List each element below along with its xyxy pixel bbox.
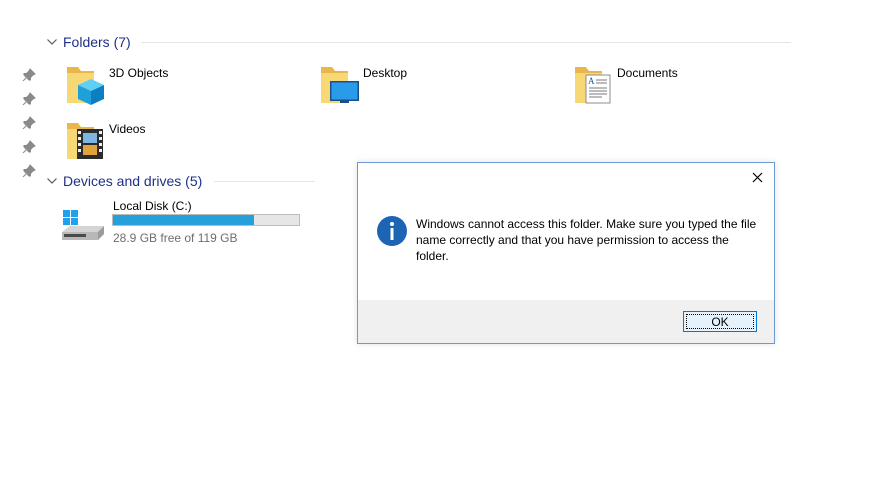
local-disk-icon — [60, 206, 108, 246]
header-divider — [141, 42, 791, 43]
ok-button[interactable]: OK — [683, 311, 757, 332]
folder-3d-objects[interactable]: 3D Objects — [64, 63, 168, 109]
folder-label: 3D Objects — [109, 66, 169, 80]
drive-name: Local Disk (C:) — [113, 199, 192, 213]
drive-free-space: 28.9 GB free of 119 GB — [113, 231, 238, 245]
drive-usage-bar — [112, 214, 300, 226]
header-divider — [214, 181, 315, 182]
drive-local-disk-c[interactable]: Local Disk (C:) 28.9 GB free of 119 GB — [60, 198, 310, 246]
pin-icon[interactable] — [22, 68, 36, 82]
focus-rectangle — [686, 314, 754, 329]
pin-icon[interactable] — [22, 140, 36, 154]
documents-folder-icon: A — [572, 63, 614, 107]
file-explorer-page: Folders (7) 3D Objects Desktop A Documen… — [0, 0, 874, 488]
pin-icon[interactable] — [22, 92, 36, 106]
folder-label: Desktop — [363, 66, 408, 80]
pin-icon[interactable] — [22, 164, 36, 178]
desktop-folder-icon — [318, 63, 360, 107]
chevron-down-icon — [47, 178, 57, 184]
info-icon — [376, 215, 408, 247]
dialog-footer: OK — [358, 300, 774, 343]
folder-label: Videos — [109, 122, 146, 136]
quick-access-pins — [22, 68, 38, 188]
3d-objects-folder-icon — [64, 63, 106, 107]
folder-desktop[interactable]: Desktop — [318, 63, 407, 109]
folder-documents[interactable]: A Documents — [572, 63, 678, 109]
close-button[interactable] — [746, 167, 768, 187]
error-dialog: Windows cannot access this folder. Make … — [357, 162, 775, 344]
drive-usage-fill — [113, 215, 254, 225]
devices-section-header[interactable]: Devices and drives (5) — [46, 171, 315, 191]
folders-section-header[interactable]: Folders (7) — [46, 32, 791, 52]
close-icon — [752, 172, 762, 182]
dialog-message: Windows cannot access this folder. Make … — [416, 217, 757, 263]
devices-header-label: Devices and drives (5) — [63, 173, 203, 189]
folders-header-label: Folders (7) — [63, 34, 131, 50]
svg-text:A: A — [588, 76, 595, 86]
folder-label: Documents — [617, 66, 678, 80]
chevron-down-icon — [47, 39, 57, 45]
videos-folder-icon — [64, 119, 106, 163]
folder-videos[interactable]: Videos — [64, 119, 145, 165]
pin-icon[interactable] — [22, 116, 36, 130]
